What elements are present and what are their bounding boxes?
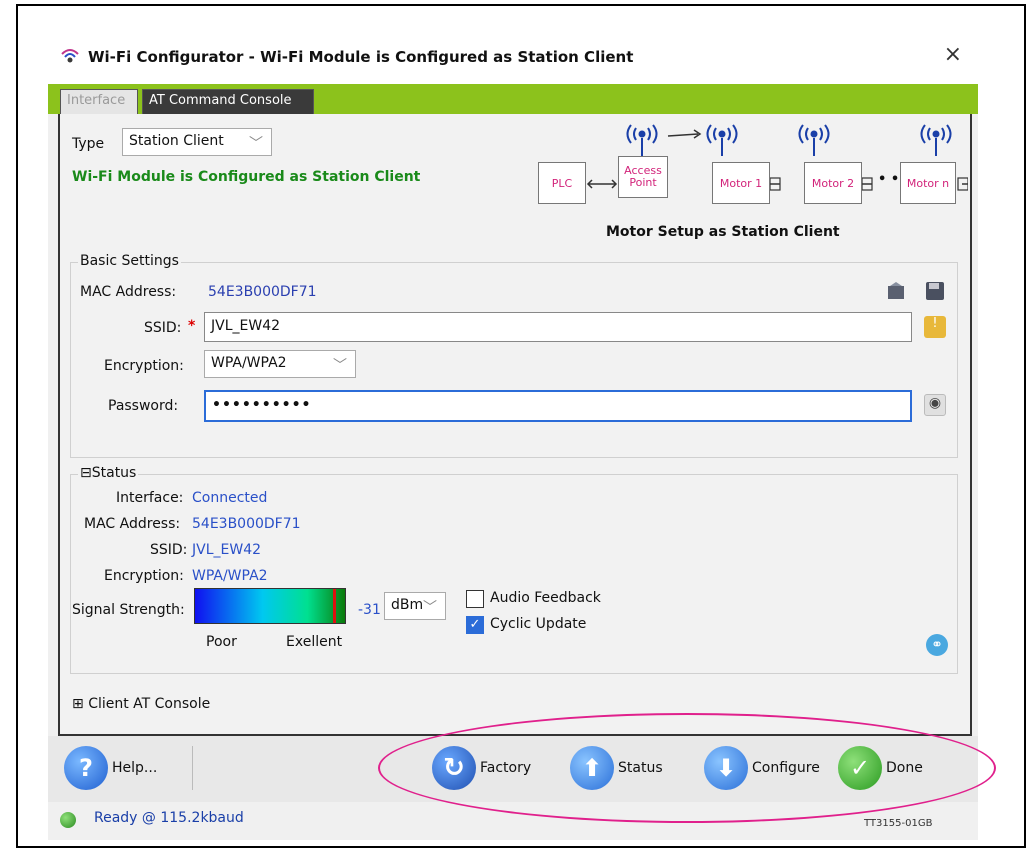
motor-1-box: Motor 1 bbox=[712, 162, 770, 204]
scan-networks-icon[interactable]: ! bbox=[924, 316, 946, 338]
signal-strength-label: Signal Strength: bbox=[72, 602, 185, 618]
status-mac-value: 54E3B000DF71 bbox=[192, 516, 301, 532]
type-select-value: Station Client bbox=[129, 133, 224, 149]
configured-message: Wi-Fi Module is Configured as Station Cl… bbox=[72, 169, 421, 185]
help-button-label: Help... bbox=[112, 760, 158, 776]
load-settings-icon[interactable] bbox=[886, 280, 908, 302]
factory-button[interactable]: ↻ Factory bbox=[432, 746, 531, 790]
checkmark-icon: ✓ bbox=[838, 746, 882, 790]
link-icon[interactable]: ⚭ bbox=[926, 634, 948, 656]
bottom-toolbar: ? Help... ↻ Factory ⬆ Status ⬇ Configure… bbox=[48, 736, 978, 802]
encryption-select[interactable]: WPA/WPA2 ﹀ bbox=[204, 350, 356, 378]
password-label: Password: bbox=[108, 398, 179, 414]
password-input[interactable]: •••••••••• bbox=[204, 390, 912, 422]
status-mac-label: MAC Address: bbox=[84, 516, 181, 532]
status-title[interactable]: ⊟Status bbox=[78, 465, 139, 481]
type-label: Type bbox=[72, 136, 105, 152]
cyclic-update-label: Cyclic Update bbox=[490, 616, 587, 632]
configurator-window: Wi-Fi Configurator - Wi-Fi Module is Con… bbox=[48, 30, 978, 840]
expand-icon: ⊞ bbox=[72, 696, 84, 712]
wifi-app-icon bbox=[61, 49, 79, 63]
chevron-down-icon: ﹀ bbox=[333, 358, 347, 374]
status-button[interactable]: ⬆ Status bbox=[570, 746, 663, 790]
chevron-down-icon: ﹀ bbox=[423, 600, 437, 616]
motor-n-box: Motor n bbox=[900, 162, 956, 204]
status-ssid-value: JVL_EW42 bbox=[192, 542, 262, 558]
save-settings-icon[interactable] bbox=[924, 280, 946, 302]
help-button[interactable]: ? Help... bbox=[64, 746, 157, 790]
status-encryption-label: Encryption: bbox=[104, 568, 184, 584]
collapse-icon[interactable]: ⊟ bbox=[80, 465, 92, 481]
tab-bar: Interface AT Command Console bbox=[48, 84, 978, 114]
basic-settings-title: Basic Settings bbox=[78, 253, 181, 269]
chevron-down-icon: ﹀ bbox=[249, 136, 263, 152]
signal-strength-bar bbox=[194, 588, 346, 624]
mac-address-label: MAC Address: bbox=[80, 284, 177, 300]
tab-interface[interactable]: Interface bbox=[60, 89, 138, 114]
status-interface-value: Connected bbox=[192, 490, 268, 506]
audio-feedback-checkbox[interactable] bbox=[466, 590, 484, 608]
status-button-label: Status bbox=[618, 760, 663, 776]
cyclic-update-checkbox[interactable]: ✓ bbox=[466, 616, 484, 634]
client-at-console-toggle[interactable]: ⊞ Client AT Console bbox=[72, 696, 210, 712]
configure-button-label: Configure bbox=[752, 760, 820, 776]
mac-address-value: 54E3B000DF71 bbox=[208, 284, 317, 300]
reset-arrow-icon: ↻ bbox=[432, 746, 476, 790]
wifi-dot bbox=[638, 130, 646, 138]
encryption-label: Encryption: bbox=[104, 358, 184, 374]
encryption-select-value: WPA/WPA2 bbox=[211, 355, 287, 371]
status-bar-text: Ready @ 115.2kbaud bbox=[94, 810, 244, 826]
done-button-label: Done bbox=[886, 760, 923, 776]
motor-2-box: Motor 2 bbox=[804, 162, 862, 204]
signal-unit-select[interactable]: dBm ﹀ bbox=[384, 592, 446, 620]
status-title-text: Status bbox=[91, 465, 137, 481]
status-encryption-value: WPA/WPA2 bbox=[192, 568, 268, 584]
download-arrow-icon: ⬇ bbox=[704, 746, 748, 790]
upload-arrow-icon: ⬆ bbox=[570, 746, 614, 790]
audio-feedback-label: Audio Feedback bbox=[490, 590, 601, 606]
plc-box: PLC bbox=[538, 162, 586, 204]
interface-panel: Type Station Client ﹀ Wi-Fi Module is Co… bbox=[58, 114, 972, 736]
factory-button-label: Factory bbox=[480, 760, 532, 776]
ssid-label: SSID: bbox=[144, 320, 182, 336]
connection-status-icon bbox=[60, 812, 76, 828]
show-password-icon[interactable]: ◉ bbox=[924, 394, 946, 416]
status-ssid-label: SSID: bbox=[150, 542, 188, 558]
client-at-console-label: Client AT Console bbox=[88, 696, 211, 712]
link-arrow bbox=[667, 133, 699, 137]
diagram-caption: Motor Setup as Station Client bbox=[606, 224, 840, 240]
signal-value: -31 bbox=[358, 602, 381, 618]
signal-unit-value: dBm bbox=[391, 597, 424, 613]
title-bar: Wi-Fi Configurator - Wi-Fi Module is Con… bbox=[48, 30, 978, 84]
toolbar-divider bbox=[192, 746, 193, 790]
status-interface-label: Interface: bbox=[116, 490, 184, 506]
configure-button[interactable]: ⬇ Configure bbox=[704, 746, 820, 790]
figure-code: TT3155-01GB bbox=[864, 818, 933, 829]
status-bar: Ready @ 115.2kbaud TT3155-01GB bbox=[48, 802, 978, 840]
excellent-label: Exellent bbox=[286, 634, 343, 650]
tab-at-command-console[interactable]: AT Command Console bbox=[142, 89, 314, 114]
done-button[interactable]: ✓ Done bbox=[838, 746, 923, 790]
poor-label: Poor bbox=[206, 634, 237, 650]
type-select[interactable]: Station Client ﹀ bbox=[122, 128, 272, 156]
access-point-box: Access Point bbox=[618, 156, 668, 198]
ssid-input[interactable]: JVL_EW42 bbox=[204, 312, 912, 342]
signal-level-marker bbox=[333, 589, 336, 623]
close-button[interactable]: × bbox=[944, 42, 962, 67]
required-marker: * bbox=[188, 318, 196, 334]
window-title: Wi-Fi Configurator - Wi-Fi Module is Con… bbox=[88, 48, 634, 66]
help-icon: ? bbox=[64, 746, 108, 790]
